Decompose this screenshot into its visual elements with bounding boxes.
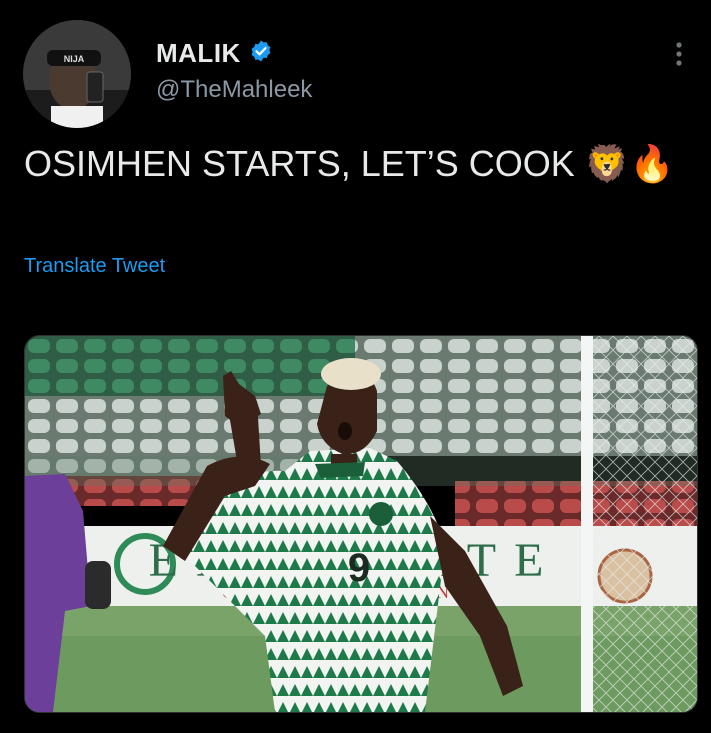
tweet-text: OSIMHEN STARTS, LET’S COOK 🦁🔥 (24, 143, 675, 184)
user-handle[interactable]: @TheMahleek (156, 76, 312, 104)
more-options-icon[interactable] (672, 40, 686, 68)
tweet: NIJA MALIK @TheMahleek OSIMHEN STARTS, L… (0, 0, 711, 733)
jersey-number: 9 (348, 546, 370, 590)
avatar-image: NIJA (23, 20, 131, 128)
translate-tweet-link[interactable]: Translate Tweet (24, 255, 165, 278)
display-name[interactable]: MALIK (156, 38, 241, 69)
football-player-photo: EDO STATE GOVERNMENT 9 (25, 336, 697, 712)
verified-badge-icon (249, 39, 273, 68)
author-info: MALIK @TheMahleek (156, 38, 312, 104)
avatar[interactable]: NIJA (23, 20, 131, 128)
tweet-media-photo[interactable]: EDO STATE GOVERNMENT 9 (24, 335, 698, 713)
avatar-cap-text: NIJA (64, 54, 85, 64)
